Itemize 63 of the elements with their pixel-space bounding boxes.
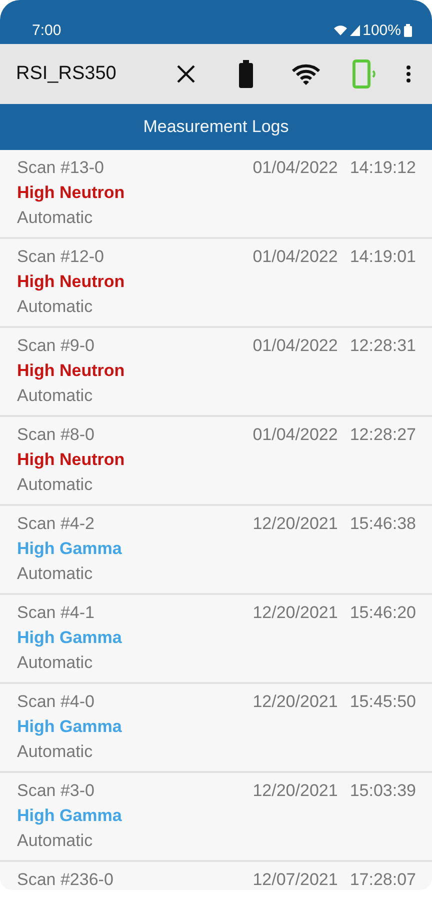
scan-time: 17:28:07	[350, 870, 416, 890]
alarm-type: High Gamma	[17, 539, 123, 560]
scan-name: Scan #12-0	[17, 247, 105, 268]
scan-name: Scan #4-1	[17, 603, 96, 624]
scan-date: 01/04/2022	[252, 336, 338, 357]
scan-name: Scan #4-0	[17, 692, 96, 713]
scan-date: 01/04/2022	[252, 247, 338, 268]
scan-date: 12/20/2021	[252, 692, 338, 713]
alarm-type: High Neutron	[17, 361, 126, 382]
scan-name: Scan #236-0	[17, 870, 114, 890]
battery-percent: 100%	[362, 22, 401, 39]
alarm-type: High Gamma	[17, 717, 123, 738]
scan-date: 01/04/2022	[252, 425, 338, 446]
log-row[interactable]: Scan #236-0 12/07/2021 17:28:07	[0, 862, 432, 890]
scan-time: 15:45:50	[350, 692, 416, 713]
close-icon	[176, 64, 196, 84]
scan-mode: Automatic	[17, 831, 94, 852]
scan-date: 12/20/2021	[252, 781, 338, 802]
scan-time: 12:28:31	[350, 336, 416, 357]
log-row[interactable]: Scan #8-0 01/04/2022 12:28:27 High Neutron Automatic	[0, 417, 432, 506]
scan-name: Scan #3-0	[17, 781, 96, 802]
log-row[interactable]: Scan #9-0 01/04/2022 12:28:31 High Neutron Automatic	[0, 328, 432, 417]
scan-name: Scan #4-2	[17, 514, 96, 535]
wifi-icon	[291, 63, 321, 85]
scan-name: Scan #9-0	[17, 336, 96, 357]
scan-date: 12/20/2021	[252, 514, 338, 535]
log-row[interactable]: Scan #4-0 12/20/2021 15:45:50 High Gamma Automatic	[0, 684, 432, 773]
scan-name: Scan #8-0	[17, 425, 96, 446]
log-row[interactable]: Scan #13-0 01/04/2022 14:19:12 High Neutron Automatic	[0, 150, 432, 239]
scan-mode: Automatic	[17, 742, 94, 763]
scan-mode: Automatic	[17, 475, 94, 496]
battery-icon	[238, 60, 254, 88]
scan-name: Scan #13-0	[17, 158, 105, 179]
scan-mode: Automatic	[17, 653, 94, 674]
scan-time: 14:19:12	[350, 158, 416, 179]
log-row[interactable]: Scan #3-0 12/20/2021 15:03:39 High Gamma Automatic	[0, 773, 432, 862]
log-row[interactable]: Scan #4-2 12/20/2021 15:46:38 High Gamma Automatic	[0, 506, 432, 595]
alarm-type: High Gamma	[17, 628, 123, 649]
log-row[interactable]: Scan #4-1 12/20/2021 15:46:20 High Gamma Automatic	[0, 595, 432, 684]
scan-time: 15:03:39	[350, 781, 416, 802]
scan-time: 12:28:27	[350, 425, 416, 446]
wifi-icon	[334, 25, 347, 36]
scan-date: 12/20/2021	[252, 603, 338, 624]
scan-mode: Automatic	[17, 297, 94, 318]
screen-title: Measurement Logs	[143, 117, 289, 137]
scan-time: 14:19:01	[350, 247, 416, 268]
status-time: 7:00	[32, 22, 62, 39]
alarm-type: High Neutron	[17, 450, 126, 471]
battery-icon	[404, 24, 412, 37]
log-row[interactable]: Scan #12-0 01/04/2022 14:19:01 High Neutron Automatic	[0, 239, 432, 328]
scan-time: 15:46:20	[350, 603, 416, 624]
scan-date: 12/07/2021	[252, 870, 338, 890]
more-icon	[406, 65, 410, 83]
scan-mode: Automatic	[17, 564, 94, 585]
alarm-type: High Neutron	[17, 183, 126, 204]
alarm-type: High Neutron	[17, 272, 126, 293]
scan-mode: Automatic	[17, 208, 94, 229]
scan-time: 15:46:38	[350, 514, 416, 535]
device-name: RSI_RS350	[16, 63, 118, 85]
alarm-type: High Gamma	[17, 806, 123, 827]
scan-mode: Automatic	[17, 386, 94, 407]
signal-icon	[350, 25, 360, 36]
scan-date: 01/04/2022	[252, 158, 338, 179]
